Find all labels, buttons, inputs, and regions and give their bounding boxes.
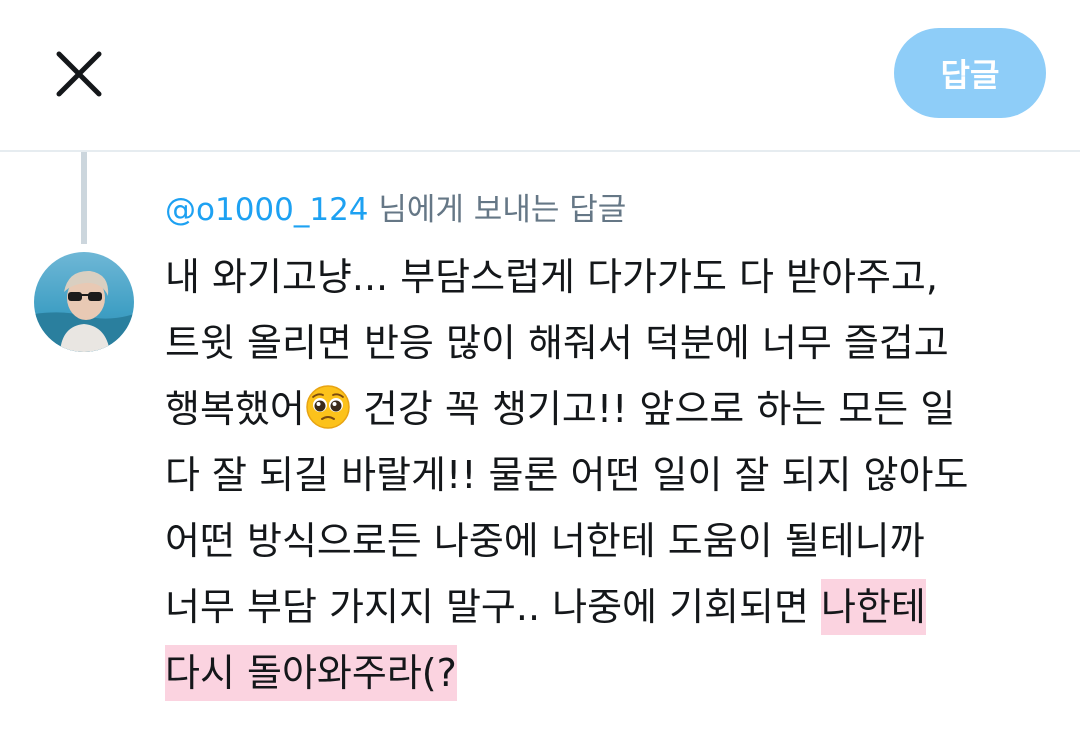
tweet-line-part: 너무 부담 가지지 말구.. 나중에 기회되면 [165,585,821,629]
tweet-text: 내 와기고냥... 부담스럽게 다가가도 다 받아주고, 트윗 올리면 반응 많… [165,244,1065,706]
reply-button[interactable]: 답글 [894,28,1046,118]
tweet-line: 행복했어 건강 꼭 챙기고!! 앞으로 하는 모든 일 [165,376,1065,442]
tweet-line-part: 행복했어 [165,387,305,431]
highlighted-text: 다시 돌아와주라(? [165,645,457,701]
thread-connector-line [81,152,87,244]
tweet-line: 내 와기고냥... 부담스럽게 다가가도 다 받아주고, [165,255,938,299]
mention-link[interactable]: @o1000_124 [165,192,369,228]
replying-to-label: @o1000_124 님에게 보내는 답글 [165,188,626,232]
avatar[interactable] [34,252,134,352]
avatar-image [34,252,134,352]
tweet-line-part: 건강 꼭 챙기고!! 앞으로 하는 모든 일 [350,387,956,431]
tweet-line: 트윗 올리면 반응 많이 해줘서 덕분에 너무 즐겁고 [165,321,949,365]
replying-to-suffix: 님에게 보내는 답글 [368,192,627,228]
compose-header: 답글 [0,0,1080,152]
tweet-line: 어떤 방식으로든 나중에 너한테 도움이 될테니까 [165,519,925,563]
tweet-line: 다시 돌아와주라(? [165,640,1065,706]
pleading-face-emoji-icon [306,385,350,429]
highlighted-text: 나한테 [821,579,926,635]
tweet-line: 다 잘 되길 바랄게!! 물론 어떤 일이 잘 되지 않아도 [165,453,969,497]
close-button[interactable] [50,45,108,103]
tweet-line: 너무 부담 가지지 말구.. 나중에 기회되면 나한테 [165,574,1065,640]
close-icon [56,51,102,97]
